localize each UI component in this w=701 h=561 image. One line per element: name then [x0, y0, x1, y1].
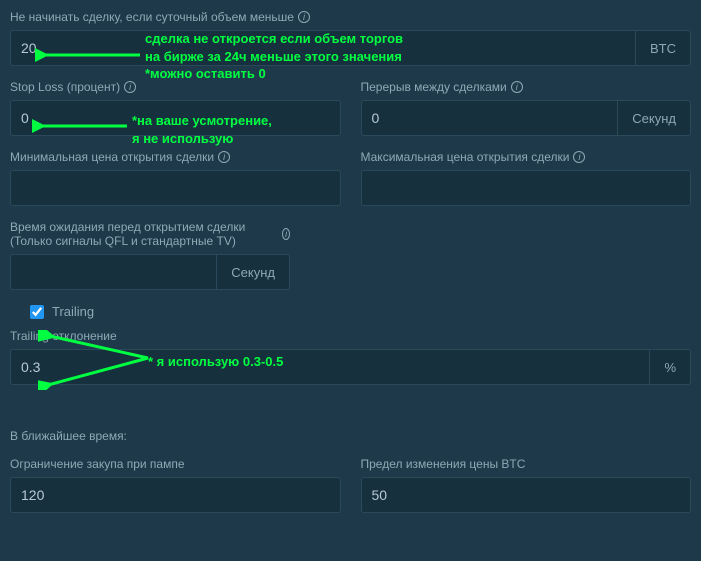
- info-icon[interactable]: [124, 81, 136, 93]
- pump-limit-input[interactable]: [10, 477, 341, 513]
- maxprice-label: Максимальная цена открытия сделки: [361, 150, 692, 164]
- volume-unit: BTC: [635, 30, 691, 66]
- volume-input[interactable]: [10, 30, 635, 66]
- delay-label-text: Время ожидания перед открытием сделки (Т…: [10, 220, 278, 248]
- minprice-label: Минимальная цена открытия сделки: [10, 150, 341, 164]
- maxprice-label-text: Максимальная цена открытия сделки: [361, 150, 570, 164]
- trailing-dev-label-text: Trailing отклонение: [10, 329, 117, 343]
- pause-input[interactable]: [361, 100, 618, 136]
- minprice-input[interactable]: [10, 170, 341, 206]
- pause-label-text: Перерыв между сделками: [361, 80, 507, 94]
- delay-input[interactable]: [10, 254, 216, 290]
- trailing-checkbox[interactable]: [30, 305, 44, 319]
- trailing-dev-input[interactable]: [10, 349, 649, 385]
- stoploss-label: Stop Loss (процент): [10, 80, 341, 94]
- btc-limit-input[interactable]: [361, 477, 692, 513]
- info-icon[interactable]: [511, 81, 523, 93]
- delay-label: Время ожидания перед открытием сделки (Т…: [10, 220, 290, 248]
- minprice-label-text: Минимальная цена открытия сделки: [10, 150, 214, 164]
- trailing-dev-unit: %: [649, 349, 691, 385]
- btc-limit-label: Предел изменения цены BTC: [361, 457, 692, 471]
- info-icon[interactable]: [573, 151, 585, 163]
- stoploss-label-text: Stop Loss (процент): [10, 80, 120, 94]
- maxprice-input[interactable]: [361, 170, 692, 206]
- volume-label-text: Не начинать сделку, если суточный объем …: [10, 10, 294, 24]
- info-icon[interactable]: [218, 151, 230, 163]
- pump-limit-label: Ограничение закупа при пампе: [10, 457, 341, 471]
- info-icon[interactable]: [282, 228, 290, 240]
- info-icon[interactable]: [298, 11, 310, 23]
- soon-header: В ближайшее время:: [10, 429, 691, 443]
- volume-label: Не начинать сделку, если суточный объем …: [10, 10, 691, 24]
- trailing-label: Trailing: [52, 304, 94, 319]
- delay-unit: Секунд: [216, 254, 290, 290]
- pause-label: Перерыв между сделками: [361, 80, 692, 94]
- trailing-dev-label: Trailing отклонение: [10, 329, 691, 343]
- stoploss-input[interactable]: [10, 100, 341, 136]
- pause-unit: Секунд: [617, 100, 691, 136]
